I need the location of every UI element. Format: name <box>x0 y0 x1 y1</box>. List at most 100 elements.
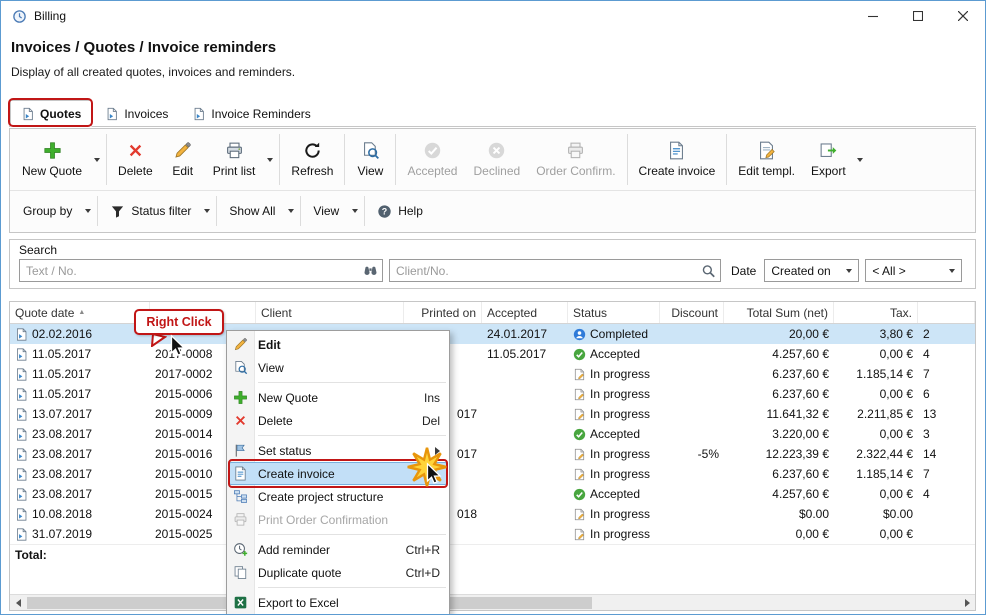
binoculars-icon[interactable] <box>363 263 378 278</box>
maximize-button[interactable] <box>895 1 940 31</box>
cell-value: In progress <box>590 407 650 421</box>
excel-icon <box>233 595 248 610</box>
tab-invoices[interactable]: Invoices <box>94 101 179 126</box>
menu-icon-slot <box>232 565 249 580</box>
menu-icon-slot <box>232 512 249 527</box>
cell-tax: 3,80 € <box>834 324 918 344</box>
cell-accepted <box>482 444 568 464</box>
scroll-left-button[interactable] <box>10 595 26 610</box>
button-label: Help <box>398 204 423 218</box>
table-row-2015-0009[interactable]: 13.07.20172015-0009017In progress11.641,… <box>10 404 975 424</box>
new-quote-dropdown[interactable] <box>90 131 103 188</box>
table-row-2015-0016[interactable]: 23.08.20172015-0016017In progress-5%12.2… <box>10 444 975 464</box>
toolbar-group: View <box>348 131 392 188</box>
menu-item-view[interactable]: View <box>227 356 449 379</box>
table-row-2015-0025[interactable]: 31.07.20192015-0025In progress0,00 €0,00… <box>10 524 975 544</box>
cell-tax: 0,00 € <box>834 484 918 504</box>
cell-accepted <box>482 484 568 504</box>
view-dropdown[interactable] <box>348 198 361 224</box>
cell-value: 1.185,14 € <box>856 367 913 381</box>
menu-item-duplicate-quote[interactable]: Duplicate quoteCtrl+D <box>227 561 449 584</box>
status-filter-dropdown[interactable] <box>200 198 213 225</box>
cell-value: 0,00 € <box>880 347 913 361</box>
delete-button[interactable]: Delete <box>110 137 161 182</box>
cell-value: In progress <box>590 367 650 381</box>
toolbar-group: Print list <box>205 131 277 188</box>
table-row-2015-0024[interactable]: 10.08.20182015-0024018In progress$0.00$0… <box>10 504 975 524</box>
button-label: Group by <box>23 204 72 218</box>
status-filter-button[interactable]: Status filter <box>101 198 200 225</box>
tab-invoice-reminders[interactable]: Invoice Reminders <box>181 101 321 126</box>
search-text-input[interactable] <box>19 259 383 282</box>
edit-button[interactable]: Edit <box>161 137 205 182</box>
print-list-button[interactable]: Print list <box>205 137 264 182</box>
menu-item-create-project-structure[interactable]: Create project structure <box>227 485 449 508</box>
cell-tax: 2.211,85 € <box>834 404 918 424</box>
tab-label: Invoice Reminders <box>211 107 310 121</box>
menu-item-delete[interactable]: DeleteDel <box>227 409 449 432</box>
menu-item-new-quote[interactable]: New QuoteIns <box>227 386 449 409</box>
cell-tax: 2.322,44 € <box>834 444 918 464</box>
menu-item-edit[interactable]: Edit <box>227 333 449 356</box>
column-header-client[interactable]: Client <box>256 302 404 323</box>
page-arrow-icon <box>21 107 35 121</box>
table-row-2015-0015[interactable]: 23.08.20172015-0015Accepted4.257,60 €0,0… <box>10 484 975 504</box>
column-header-quote-date[interactable]: Quote date▲ <box>10 302 150 323</box>
funnel-icon <box>110 204 125 219</box>
show-all-button[interactable]: Show All <box>220 198 284 224</box>
svg-text:?: ? <box>382 206 387 216</box>
cell-status: In progress <box>568 444 660 464</box>
cell-date: 23.08.2017 <box>10 424 150 444</box>
horizontal-scrollbar[interactable] <box>10 594 975 610</box>
menu-item-label: View <box>258 361 440 375</box>
date-field-select[interactable]: Created on <box>764 259 859 282</box>
table-row-2017-0002[interactable]: 11.05.20172017-0002In progress6.237,60 €… <box>10 364 975 384</box>
column-header-discount[interactable]: Discount <box>660 302 724 323</box>
menu-item-add-reminder[interactable]: Add reminderCtrl+R <box>227 538 449 561</box>
close-button[interactable] <box>940 1 985 31</box>
tab-label: Quotes <box>40 107 81 121</box>
cell-value: In progress <box>590 467 650 481</box>
table-total-row: Total: <box>10 544 975 565</box>
print-list-dropdown[interactable] <box>263 131 276 188</box>
column-header-status[interactable]: Status <box>568 302 660 323</box>
minimize-button[interactable] <box>850 1 895 31</box>
cell-value: 11.05.2017 <box>487 347 546 361</box>
search-client-input[interactable] <box>389 259 721 282</box>
date-range-select[interactable]: < All > <box>865 259 962 282</box>
view-button[interactable]: View <box>304 198 348 224</box>
column-header-accepted[interactable]: Accepted <box>482 302 568 323</box>
cell-gross: 7 <box>918 364 975 384</box>
cell-tax: 1.185,14 € <box>834 464 918 484</box>
group-by-button[interactable]: Group by <box>14 198 81 224</box>
group-by-dropdown[interactable] <box>81 198 94 224</box>
table-row-2015-0010[interactable]: 23.08.20172015-0010In progress6.237,60 €… <box>10 464 975 484</box>
magnifier-icon[interactable] <box>701 263 716 278</box>
table-row-2015-0006[interactable]: 11.05.20172015-0006In progress6.237,60 €… <box>10 384 975 404</box>
menu-item-export-to-excel[interactable]: Export to Excel <box>227 591 449 614</box>
cell-accepted <box>482 424 568 444</box>
search-row: Date Created on < All > <box>19 259 966 282</box>
help-button[interactable]: ? Help <box>368 198 432 225</box>
table-row-2015-0014[interactable]: 23.08.20172015-0014Accepted3.220,00 €0,0… <box>10 424 975 444</box>
menu-item-label: Edit <box>258 338 440 352</box>
column-header-col-9[interactable] <box>918 302 975 323</box>
cell-empty <box>918 545 975 565</box>
column-header-printed-on[interactable]: Printed on <box>404 302 482 323</box>
tab-quotes[interactable]: Quotes <box>10 100 92 127</box>
create-invoice-button[interactable]: Create invoice <box>631 137 724 182</box>
scroll-right-button[interactable] <box>959 595 975 610</box>
show-all-dropdown[interactable] <box>284 198 297 224</box>
column-header-tax[interactable]: Tax. <box>834 302 918 323</box>
search-panel: Search Date Created on < All > <box>9 239 976 289</box>
view-button[interactable]: View <box>348 137 392 182</box>
cell-value: 2015-0014 <box>155 427 212 441</box>
column-header-total-sum-net[interactable]: Total Sum (net) <box>724 302 834 323</box>
edit-templ-button[interactable]: Edit templ. <box>730 137 803 182</box>
table-row-2017-0008[interactable]: 11.05.20172017-000811.05.2017Accepted4.2… <box>10 344 975 364</box>
export-dropdown[interactable] <box>854 131 867 188</box>
new-quote-button[interactable]: New Quote <box>14 137 90 182</box>
export-button[interactable]: Export <box>803 137 854 182</box>
refresh-button[interactable]: Refresh <box>283 137 341 182</box>
cell-value: $0.00 <box>883 507 913 521</box>
